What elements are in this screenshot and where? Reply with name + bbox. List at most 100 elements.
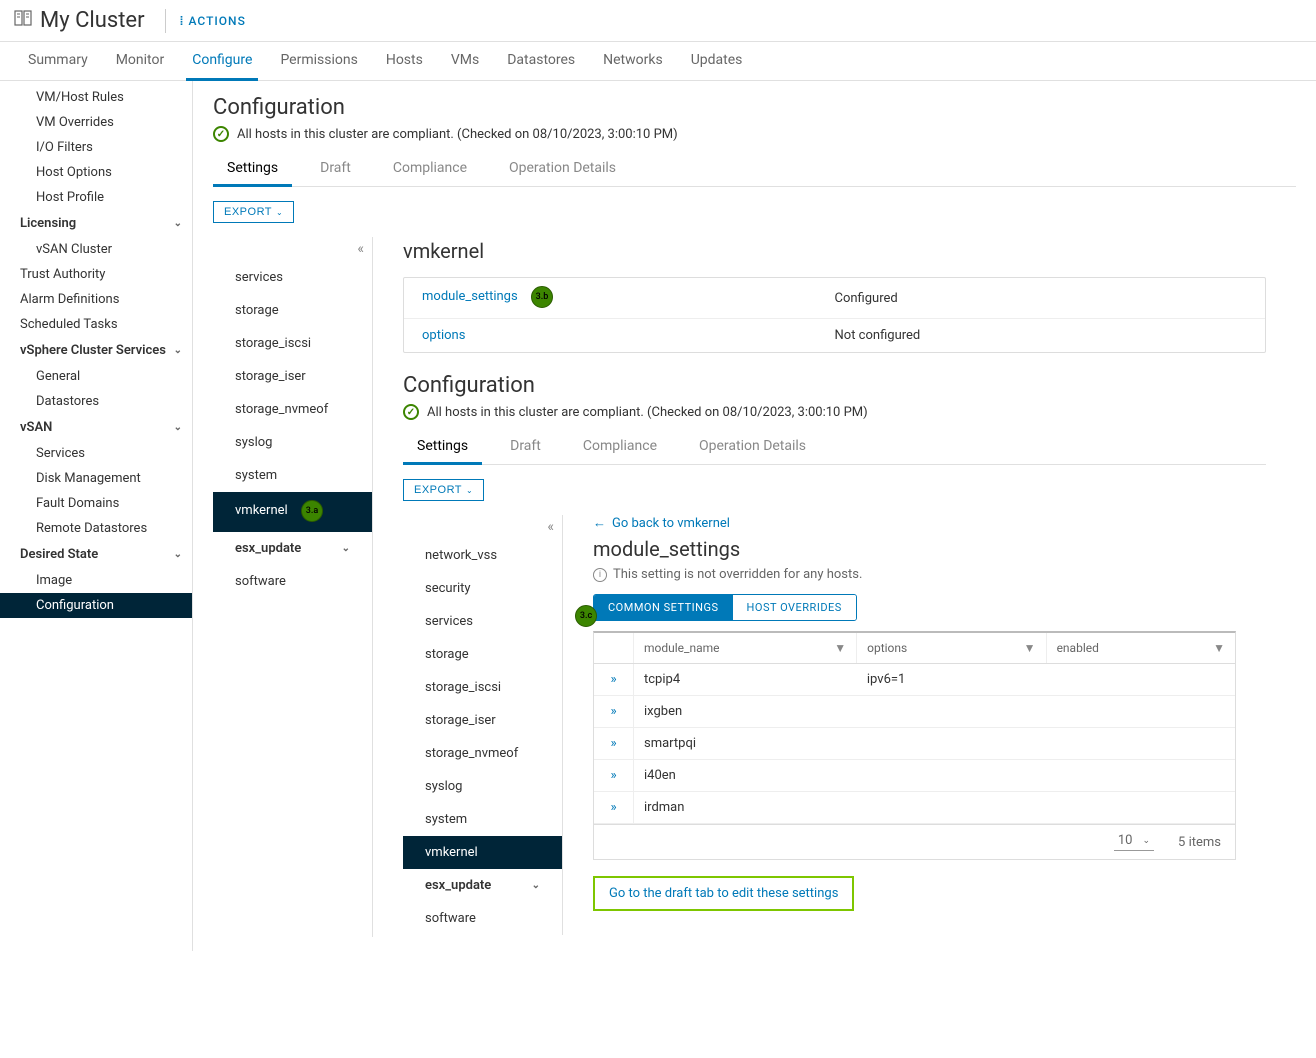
subtab-draft[interactable]: Draft [306,152,365,186]
sidebar-group-vsphere-cs[interactable]: vSphere Cluster Services ⌄ [0,337,192,364]
filter-icon[interactable]: ▼ [834,641,846,655]
tab-vms[interactable]: VMs [437,42,493,80]
table-row: » irdman [594,792,1235,824]
sidebar-item-vsan-cluster[interactable]: vSAN Cluster [0,237,192,262]
subtab-operation-details-2[interactable]: Operation Details [685,430,820,464]
config-subtabs-2: Settings Draft Compliance Operation Deta… [403,430,1266,465]
th-enabled[interactable]: enabled ▼ [1047,633,1235,663]
config-subtabs: Settings Draft Compliance Operation Deta… [213,152,1296,187]
config-nav-software[interactable]: software [213,565,372,598]
config-nav-syslog[interactable]: syslog [213,426,372,459]
config-nav-security[interactable]: security [403,572,562,605]
subtab-settings-2[interactable]: Settings [403,430,482,464]
config-nav-system[interactable]: system [213,459,372,492]
config-nav-storage-2[interactable]: storage [403,638,562,671]
config-nav-system-2[interactable]: system [403,803,562,836]
pill-common-settings[interactable]: COMMON SETTINGS [594,595,733,620]
th-label: module_name [644,641,720,655]
tab-updates[interactable]: Updates [677,42,757,80]
th-options[interactable]: options ▼ [857,633,1046,663]
sidebar-item-alarm-definitions[interactable]: Alarm Definitions [0,287,192,312]
sidebar-group-desired-state[interactable]: Desired State ⌄ [0,541,192,568]
collapse-nav-button-2[interactable]: « [403,515,562,539]
pill-host-overrides[interactable]: HOST OVERRIDES [733,595,856,620]
subtab-compliance[interactable]: Compliance [379,152,481,186]
sidebar-item-trust-authority[interactable]: Trust Authority [0,262,192,287]
chevron-down-icon: ⌄ [174,422,182,433]
tab-summary[interactable]: Summary [14,42,102,80]
info-message: i This setting is not overridden for any… [593,567,1236,582]
page-size-select[interactable]: 10 ⌄ [1114,833,1154,851]
subtab-operation-details[interactable]: Operation Details [495,152,630,186]
items-count: 5 items [1178,835,1221,850]
sidebar-group-licensing[interactable]: Licensing ⌄ [0,210,192,237]
sidebar-item-remote-datastores[interactable]: Remote Datastores [0,516,192,541]
expand-row-icon[interactable]: » [594,696,634,727]
filter-icon[interactable]: ▼ [1213,641,1225,655]
chevron-down-icon: ⌄ [174,549,182,560]
sidebar-item-general[interactable]: General [0,364,192,389]
config-nav-network-vss[interactable]: network_vss [403,539,562,572]
sidebar-item-host-options[interactable]: Host Options [0,160,192,185]
config-nav-storage-iscsi[interactable]: storage_iscsi [213,327,372,360]
back-link[interactable]: ← Go back to vmkernel [593,515,1236,531]
expand-row-icon[interactable]: » [594,664,634,695]
sidebar-item-disk-mgmt[interactable]: Disk Management [0,466,192,491]
table-row: » tcpip4 ipv6=1 [594,664,1235,696]
config-nav-storage-iser-2[interactable]: storage_iser [403,704,562,737]
subtab-draft-2[interactable]: Draft [496,430,555,464]
config-nav-software-2[interactable]: software [403,902,562,935]
collapse-nav-button[interactable]: « [213,237,372,261]
sidebar-group-vsan[interactable]: vSAN ⌄ [0,414,192,441]
sidebar-item-configuration[interactable]: Configuration [0,593,192,618]
export-button-2[interactable]: EXPORT ⌄ [403,479,484,501]
export-button[interactable]: EXPORT ⌄ [213,201,294,223]
sidebar-item-scheduled-tasks[interactable]: Scheduled Tasks [0,312,192,337]
tab-hosts[interactable]: Hosts [372,42,437,80]
prop-value: Not configured [835,328,1248,343]
expand-row-icon[interactable]: » [594,728,634,759]
table-row: options Not configured [404,319,1265,352]
tab-configure[interactable]: Configure [178,42,266,80]
tab-monitor[interactable]: Monitor [102,42,179,80]
sidebar-item-host-profile[interactable]: Host Profile [0,185,192,210]
td-enabled [1046,800,1235,816]
tab-permissions[interactable]: Permissions [266,42,371,80]
sidebar-item-vm-overrides[interactable]: VM Overrides [0,110,192,135]
sidebar-item-datastores[interactable]: Datastores [0,389,192,414]
tab-networks[interactable]: Networks [589,42,677,80]
subtab-settings[interactable]: Settings [213,152,292,186]
expand-row-icon[interactable]: » [594,760,634,791]
draft-tab-link[interactable]: Go to the draft tab to edit these settin… [593,876,854,911]
th-module-name[interactable]: module_name ▼ [634,633,857,663]
config-nav-storage-iscsi-2[interactable]: storage_iscsi [403,671,562,704]
caret-down-icon: ⌄ [276,208,283,217]
chevron-down-icon: ⌄ [532,880,540,891]
sidebar-item-fault-domains[interactable]: Fault Domains [0,491,192,516]
actions-menu[interactable]: ⁞ ACTIONS [180,14,246,28]
filter-icon[interactable]: ▼ [1024,641,1036,655]
sidebar-item-services[interactable]: Services [0,441,192,466]
config-nav-esx-update[interactable]: esx_update ⌄ [213,532,372,565]
sidebar-item-image[interactable]: Image [0,568,192,593]
tab-datastores[interactable]: Datastores [493,42,589,80]
config-nav-vmkernel-2[interactable]: vmkernel [403,836,562,869]
prop-options[interactable]: options [422,328,835,343]
expand-row-icon[interactable]: » [594,792,634,823]
subtab-compliance-2[interactable]: Compliance [569,430,671,464]
config-nav-label: vmkernel [235,503,288,518]
config-nav-services[interactable]: services [213,261,372,294]
config-nav-label: esx_update [235,541,301,556]
config-nav-storage-nvmeof-2[interactable]: storage_nvmeof [403,737,562,770]
config-nav-storage[interactable]: storage [213,294,372,327]
sidebar-item-io-filters[interactable]: I/O Filters [0,135,192,160]
config-nav-esx-update-2[interactable]: esx_update ⌄ [403,869,562,902]
config-nav-vmkernel[interactable]: vmkernel 3.a [213,492,372,532]
td-module-name: tcpip4 [634,664,857,695]
prop-module-settings[interactable]: module_settings 3.b [422,287,835,309]
config-nav-syslog-2[interactable]: syslog [403,770,562,803]
config-nav-storage-iser[interactable]: storage_iser [213,360,372,393]
config-nav-storage-nvmeof[interactable]: storage_nvmeof [213,393,372,426]
sidebar-item-vm-host-rules[interactable]: VM/Host Rules [0,85,192,110]
config-nav-services-2[interactable]: services [403,605,562,638]
